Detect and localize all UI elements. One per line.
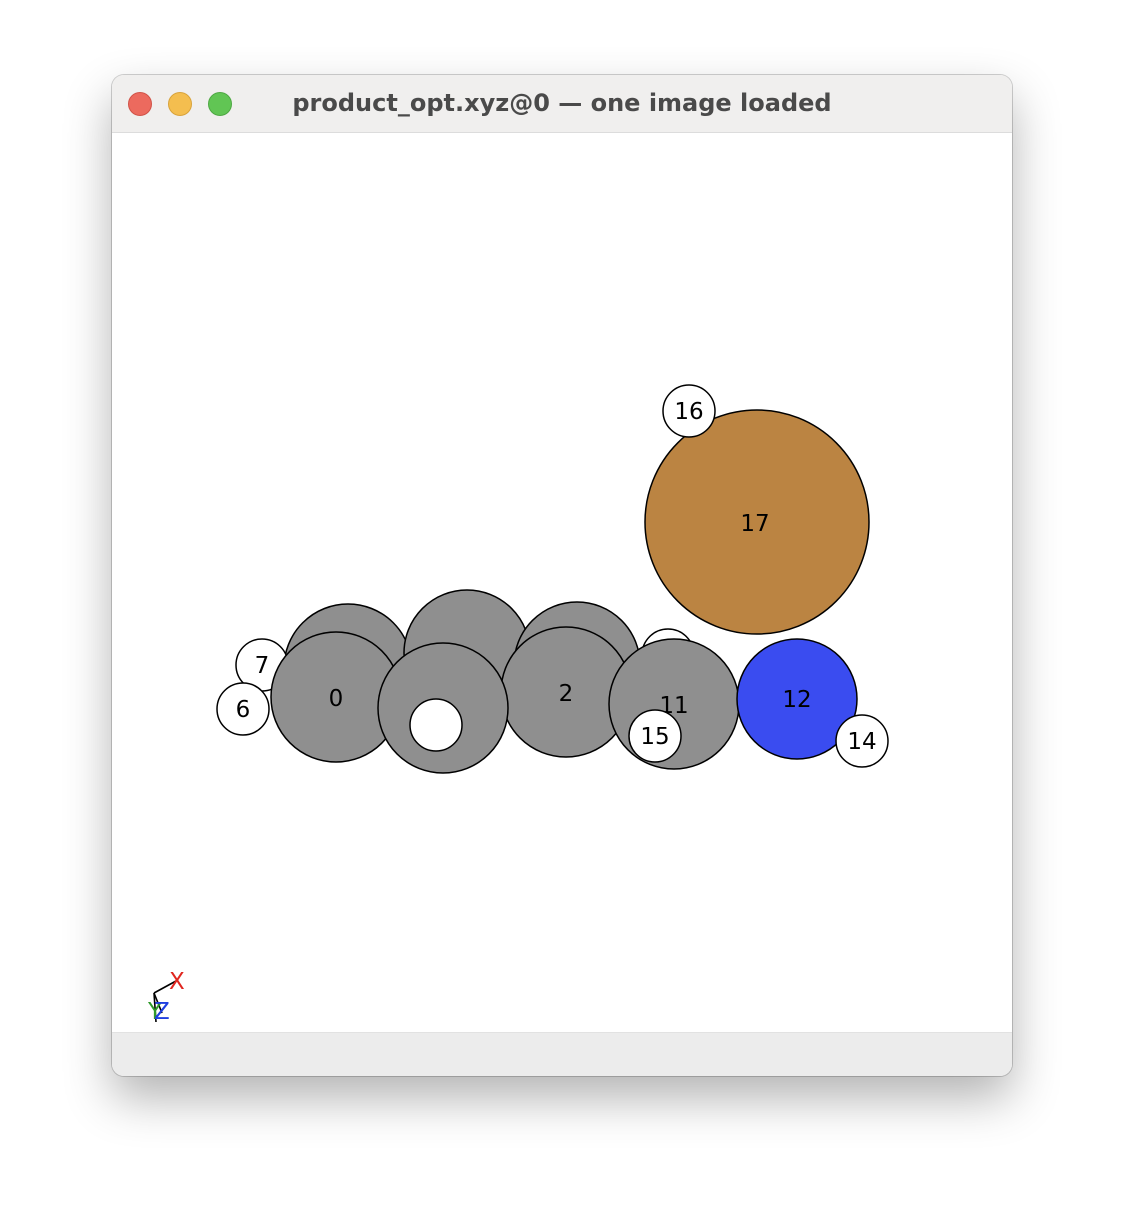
atom[interactable] <box>409 698 463 752</box>
molecule-viewport[interactable]: 7 6 0 2 8 11 15 12 14 17 16 X Y Z <box>112 133 1012 1032</box>
atom-label: 2 <box>559 681 574 707</box>
atom[interactable]: 16 <box>662 384 716 438</box>
atom-label: 15 <box>640 724 669 750</box>
molecule-drawing[interactable]: 7 6 0 2 8 11 15 12 14 17 16 X Y Z <box>112 133 1012 1032</box>
axes-indicator: X Y Z <box>147 969 185 1025</box>
atom-label: 17 <box>740 511 769 537</box>
atom-label: 6 <box>236 697 251 723</box>
ase-gui-window: product_opt.xyz@0 — one image loaded 7 6… <box>112 75 1012 1076</box>
atom[interactable]: 6 <box>216 682 270 736</box>
atom[interactable]: 15 <box>628 709 682 763</box>
atom-label: 12 <box>782 687 811 713</box>
atom-label: 7 <box>255 653 270 679</box>
axis-z-label: Z <box>154 999 170 1025</box>
atom-label: 0 <box>329 686 344 712</box>
atom-label: 14 <box>847 729 876 755</box>
atom[interactable]: 14 <box>835 714 889 768</box>
window-title: product_opt.xyz@0 — one image loaded <box>292 89 832 117</box>
axis-x-label: X <box>169 969 185 995</box>
title-bar[interactable]: product_opt.xyz@0 — one image loaded <box>112 75 1012 133</box>
hydrogen-atom[interactable] <box>409 698 463 752</box>
atom[interactable]: 17 <box>644 409 870 635</box>
status-bar <box>112 1032 1012 1076</box>
atom-label: 16 <box>674 399 703 425</box>
